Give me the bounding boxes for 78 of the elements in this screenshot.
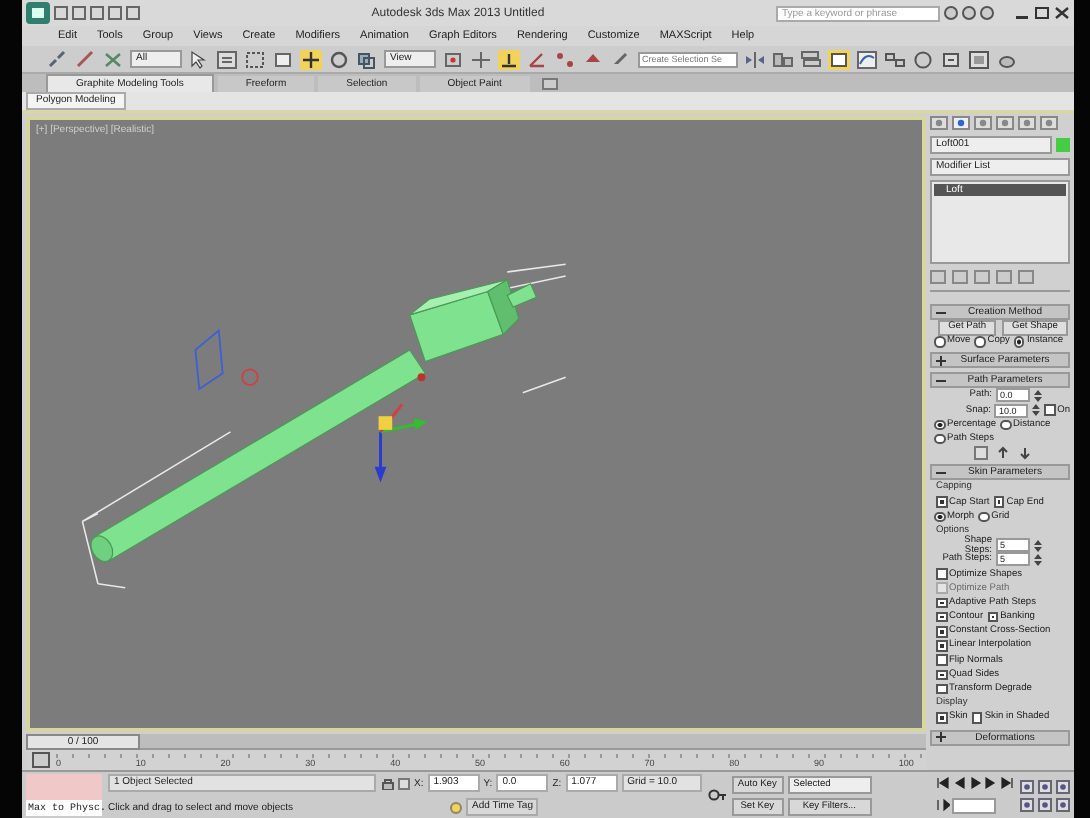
angle-snap-icon[interactable] (526, 49, 548, 69)
checkbox[interactable] (936, 654, 947, 666)
pivot-icon[interactable] (442, 49, 464, 69)
spinner-arrows-icon[interactable] (1034, 539, 1042, 552)
play-icon[interactable] (968, 776, 982, 791)
move-icon[interactable] (300, 49, 322, 69)
key-mode-icon[interactable] (936, 798, 950, 813)
radio-button[interactable] (978, 511, 990, 523)
radio-button[interactable] (1000, 419, 1012, 431)
checkbox[interactable] (987, 611, 999, 623)
minus-icon[interactable] (936, 467, 946, 478)
mirror-icon[interactable] (744, 49, 766, 69)
radio-button[interactable] (934, 433, 945, 445)
spinner-arrows-icon[interactable] (1034, 389, 1042, 402)
app-logo-icon[interactable] (26, 2, 50, 24)
render-setup-icon[interactable] (940, 49, 962, 69)
snap-icon[interactable] (498, 49, 520, 69)
move-gizmo-icon[interactable] (374, 403, 428, 483)
pivot-point (417, 373, 426, 382)
edit-named-sets-icon[interactable] (610, 49, 632, 69)
ribbon-toggle-icon[interactable] (541, 78, 558, 90)
rotate-icon[interactable] (328, 49, 350, 69)
key-icon[interactable] (707, 786, 726, 804)
layers-icon[interactable] (800, 49, 822, 69)
radio-button[interactable] (1013, 336, 1025, 348)
current-frame-field[interactable] (952, 797, 996, 814)
maximize-icon[interactable] (1034, 6, 1050, 20)
checkbox[interactable] (936, 597, 947, 609)
shape-pick-icon[interactable] (974, 446, 988, 461)
graphite-ribbon-icon[interactable] (828, 49, 850, 69)
select-icon[interactable] (188, 49, 210, 69)
checkbox[interactable] (971, 712, 983, 724)
absolute-mode-icon[interactable] (398, 777, 410, 789)
align-icon[interactable] (772, 49, 794, 69)
radio-button[interactable] (934, 419, 945, 431)
percent-snap-icon[interactable] (554, 49, 576, 69)
minus-icon[interactable] (936, 375, 946, 386)
bind-icon[interactable] (102, 49, 124, 69)
plus-icon[interactable] (936, 732, 946, 742)
rendered-frame-icon[interactable] (968, 49, 990, 69)
axis-constraint-icon[interactable] (470, 49, 492, 69)
go-to-end-icon[interactable] (1000, 776, 1014, 791)
checkbox[interactable] (936, 611, 947, 623)
lock-icon[interactable] (382, 777, 394, 789)
plus-icon[interactable] (936, 355, 946, 366)
spinner-arrows-icon[interactable] (1032, 404, 1041, 417)
radio-button[interactable] (934, 511, 945, 523)
radio-button[interactable] (974, 336, 986, 348)
rectangle-region-icon[interactable] (244, 49, 266, 69)
spinner-arrows-icon[interactable] (1034, 553, 1042, 566)
schematic-view-icon[interactable] (884, 49, 906, 69)
go-to-start-icon[interactable] (936, 776, 950, 791)
modify-tab-icon[interactable] (952, 116, 970, 130)
radio-button[interactable] (934, 336, 945, 348)
checkbox[interactable] (936, 640, 947, 652)
select-by-name-icon[interactable] (216, 49, 238, 69)
window-crossing-icon[interactable] (272, 49, 294, 69)
loft-tube-drawing[interactable] (90, 278, 538, 563)
close-icon[interactable] (1054, 6, 1070, 20)
object-color-swatch[interactable] (1056, 138, 1070, 152)
checkbox[interactable] (1044, 404, 1056, 416)
scale-icon[interactable] (356, 49, 378, 69)
previous-shape-icon[interactable] (996, 446, 1010, 461)
next-shape-icon[interactable] (1018, 446, 1032, 461)
checkbox[interactable] (936, 568, 947, 580)
link-icon[interactable] (46, 49, 68, 69)
checkbox[interactable] (936, 683, 947, 695)
next-frame-icon[interactable] (984, 776, 998, 791)
checkbox[interactable] (993, 496, 1005, 508)
material-editor-icon[interactable] (912, 49, 934, 69)
curve-editor-icon[interactable] (856, 49, 878, 69)
listener-input[interactable] (26, 774, 102, 800)
checkbox[interactable] (936, 669, 947, 681)
checkbox[interactable] (936, 496, 947, 508)
previous-frame-icon[interactable] (952, 776, 966, 791)
unlink-icon[interactable] (74, 49, 96, 69)
checkbox[interactable] (936, 712, 947, 724)
checkbox[interactable] (936, 626, 947, 638)
